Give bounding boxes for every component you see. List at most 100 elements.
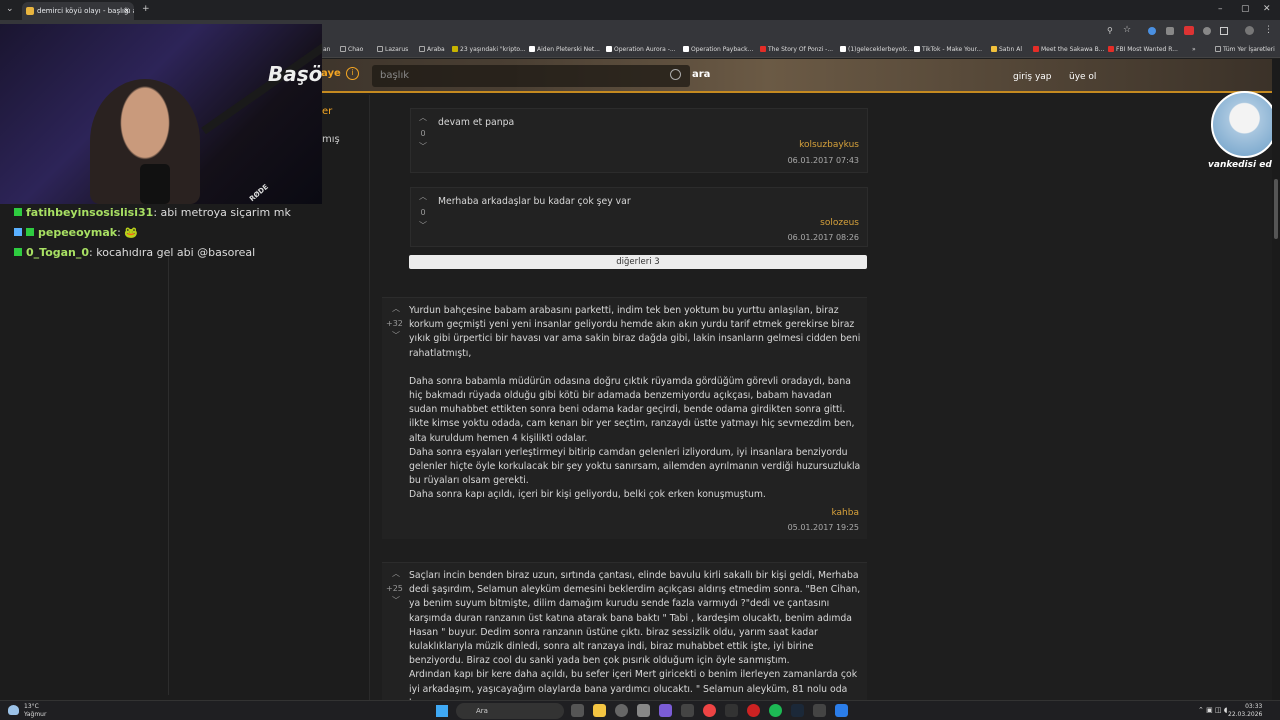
chrome-icon[interactable] [703, 704, 716, 717]
taskbar-search[interactable]: Ara [456, 703, 564, 719]
discord-icon[interactable] [659, 704, 672, 717]
app-icon[interactable] [813, 704, 826, 717]
bookmark[interactable]: Chao [340, 46, 363, 53]
extensions-icon[interactable] [1220, 27, 1228, 35]
signup-link[interactable]: üye ol [1069, 72, 1096, 82]
profile-icon[interactable] [1245, 26, 1254, 35]
entry-author[interactable]: kahba [831, 508, 859, 518]
info-icon[interactable]: i [346, 67, 359, 80]
zoom-icon[interactable]: ⚲ [1107, 26, 1113, 35]
clock-date: 22.03.2026 [1228, 711, 1263, 718]
downvote-icon[interactable]: ﹀ [415, 141, 431, 152]
app-icon[interactable] [725, 704, 738, 717]
system-clock[interactable]: 03:33 22.03.2026 [1228, 703, 1262, 719]
window-close-icon[interactable]: ✕ [1263, 4, 1271, 14]
close-tab-icon[interactable]: × [123, 6, 130, 15]
upvote-icon[interactable]: ︿ [415, 112, 431, 123]
cat-avatar-overlay [1211, 91, 1278, 158]
all-bookmarks[interactable]: Tüm Yer İşaretleri [1215, 46, 1275, 53]
sidebar-item-2[interactable]: mış [322, 134, 340, 145]
file-explorer-icon[interactable] [593, 704, 606, 717]
bookmark[interactable]: (1)geleceklerbeyolc... [840, 46, 913, 53]
downvote-icon[interactable]: ﹀ [388, 595, 404, 606]
extension-icon[interactable] [1184, 26, 1194, 35]
folder-icon [1215, 46, 1221, 52]
folder-icon [419, 46, 425, 52]
upvote-icon[interactable]: ︿ [415, 191, 431, 202]
minimize-icon[interactable]: – [1218, 4, 1223, 14]
bookmark[interactable]: Araba [419, 46, 445, 53]
task-view-icon[interactable] [571, 704, 584, 717]
bookmark[interactable]: Operation Payback... [683, 46, 753, 53]
bookmark[interactable]: an [323, 46, 330, 53]
obs-icon[interactable] [747, 704, 760, 717]
tab-menu-icon[interactable]: ⌄ [6, 4, 14, 14]
windows-start-icon[interactable] [436, 705, 448, 717]
star-icon[interactable]: ☆ [1123, 25, 1131, 35]
vote-count: 0 [420, 208, 426, 217]
bookmark-favicon-icon [840, 46, 846, 52]
vote-count: +32 [386, 319, 403, 328]
reply-author[interactable]: solozeus [820, 218, 859, 228]
vote-count: 0 [420, 129, 426, 138]
browser-tab[interactable]: demirci köyü olayı - başlığı açık... × [22, 2, 134, 20]
site-title-fragment[interactable]: aye [321, 68, 341, 79]
bookmark[interactable]: Meet the Sakawa B... [1033, 46, 1104, 53]
windows-taskbar: 13°C Yağmur Ara ⌃ ▣ ◫ ◖ 03:33 22.03.2026 [0, 700, 1280, 720]
tray-icons[interactable]: ⌃ ▣ ◫ ◖ [1198, 706, 1227, 714]
steam-icon[interactable] [791, 704, 804, 717]
bookmark-favicon-icon [452, 46, 458, 52]
login-link[interactable]: giriş yap [1013, 72, 1052, 82]
maximize-icon[interactable]: ▢ [1241, 4, 1250, 14]
badge-icon [14, 228, 22, 236]
reply-author[interactable]: kolsuzbaykus [799, 140, 859, 150]
app-icon[interactable] [681, 704, 694, 717]
scrollbar-thumb[interactable] [1274, 179, 1278, 239]
show-more-replies-button[interactable]: diğerleri 3 [409, 255, 867, 269]
bookmark[interactable]: Satın Al [991, 46, 1022, 53]
extension-icon[interactable] [1203, 27, 1211, 35]
entry-body: Saçları incin benden biraz uzun, sırtınd… [409, 569, 861, 700]
entry-paragraph: Yurdun bahçesine babam arabasını parkett… [409, 305, 861, 359]
page-scrollbar[interactable] [1272, 59, 1280, 700]
bookmarks-overflow-button[interactable]: » [1192, 46, 1196, 53]
app-icon[interactable] [615, 704, 628, 717]
mic-brand-label: RØDE [247, 182, 270, 204]
app-icon[interactable] [835, 704, 848, 717]
clock-time: 03:33 [1245, 703, 1263, 710]
downvote-icon[interactable]: ﹀ [415, 220, 431, 231]
reply-date[interactable]: 06.01.2017 07:43 [788, 156, 859, 165]
app-icon[interactable] [637, 704, 650, 717]
bookmark[interactable]: 23 yaşındaki "kripto... [452, 46, 526, 53]
entry-item: ︿ +32 ﹀ Yurdun bahçesine babam arabasını… [382, 297, 867, 539]
bookmark[interactable]: Lazarus [377, 46, 408, 53]
search-icon[interactable] [670, 69, 681, 80]
entry-date[interactable]: 05.01.2017 19:25 [788, 523, 859, 532]
bookmark[interactable]: The Story Of Ponzi -... [760, 46, 833, 53]
extension-icon[interactable] [1148, 27, 1156, 35]
search-input[interactable]: başlık [372, 65, 690, 87]
sidebar-item-1[interactable]: er [322, 106, 332, 117]
extension-icon[interactable] [1166, 27, 1174, 35]
menu-icon[interactable]: ⋮ [1264, 25, 1273, 35]
bookmark-favicon-icon [991, 46, 997, 52]
bookmark[interactable]: FBI Most Wanted R... [1108, 46, 1178, 53]
bookmark[interactable]: TikTok - Make Your... [914, 46, 982, 53]
weather-icon[interactable] [8, 705, 19, 715]
upvote-icon[interactable]: ︿ [388, 303, 404, 314]
folder-icon [340, 46, 346, 52]
reply-date[interactable]: 06.01.2017 08:26 [788, 233, 859, 242]
entry-paragraph [409, 361, 861, 375]
upvote-icon[interactable]: ︿ [388, 568, 404, 579]
youtube-icon [1033, 46, 1039, 52]
search-button[interactable]: ara [692, 69, 710, 80]
bookmark[interactable]: Operation Aurora -... [606, 46, 676, 53]
reply-text: devam et panpa [438, 117, 515, 128]
new-tab-button[interactable]: + [142, 4, 150, 14]
weather-widget[interactable]: 13°C Yağmur [24, 703, 46, 719]
downvote-icon[interactable]: ﹀ [388, 330, 404, 341]
weather-temp: 13°C [24, 703, 39, 710]
bookmark[interactable]: Aiden Pleterski Net... [529, 46, 600, 53]
spotify-icon[interactable] [769, 704, 782, 717]
favicon-icon [26, 7, 34, 15]
